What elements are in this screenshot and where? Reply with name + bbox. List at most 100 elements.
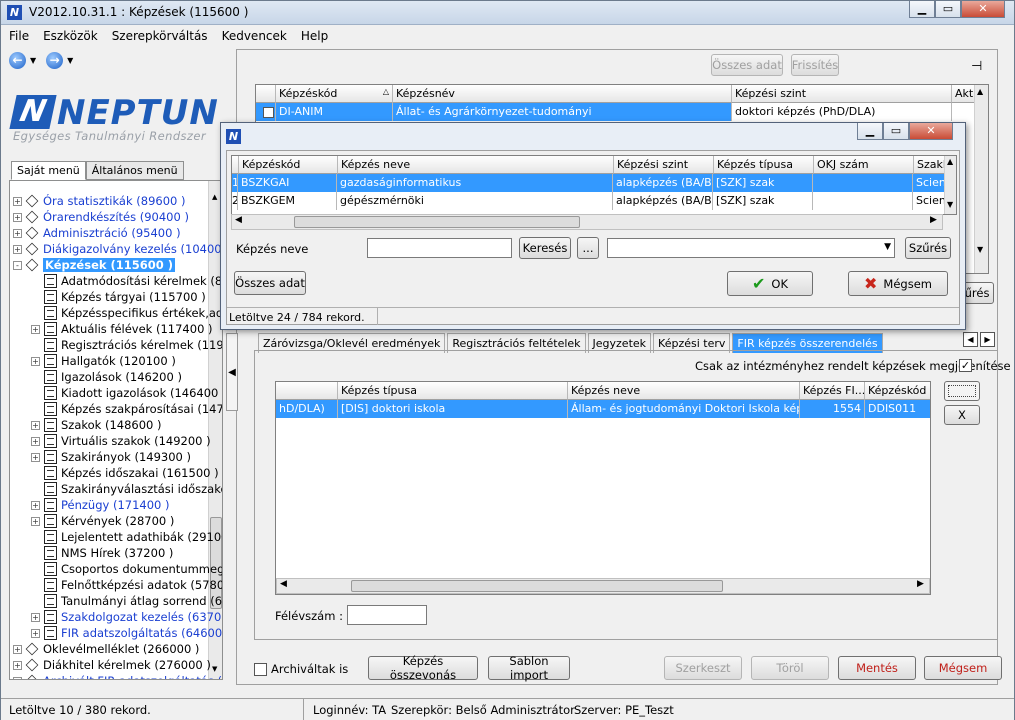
grid-header-active[interactable]: Akt xyxy=(952,85,976,103)
expand-icon[interactable]: + xyxy=(13,244,22,254)
dialog-header-name[interactable]: Képzés neve xyxy=(338,156,614,174)
menu-tools[interactable]: Eszközök xyxy=(43,29,98,47)
scroll-left-icon[interactable]: ◀ xyxy=(280,579,287,589)
tree-node[interactable]: + Diákhitel kérelmek (276000 ) xyxy=(13,657,211,673)
refresh-button[interactable]: Frissítés xyxy=(791,54,839,76)
expand-icon[interactable]: + xyxy=(31,516,40,526)
table-row[interactable]: 1 BSZKGAI gazdaságinformatikus alapképzé… xyxy=(232,174,953,192)
tree-node[interactable]: Szakirányválasztási időszakok xyxy=(31,481,222,497)
table-row[interactable]: hD/DLA) [DIS] doktori iskola Állam- és j… xyxy=(276,400,930,418)
dialog-hscroll-thumb[interactable] xyxy=(294,216,580,228)
dialog-header-code[interactable]: Képzéskód xyxy=(239,156,338,174)
tab-general-menu[interactable]: Általános menü xyxy=(85,161,184,180)
back-icon[interactable]: ← xyxy=(9,51,26,69)
tree-node[interactable]: Képzés tárgyai (115700 ) xyxy=(31,289,206,305)
tree-node[interactable]: + Hallgatók (120100 ) xyxy=(31,353,176,369)
fir-header-blank[interactable] xyxy=(276,382,338,400)
expand-icon[interactable]: + xyxy=(13,644,22,654)
training-grid-scrollbar[interactable]: ▲ ▼ xyxy=(974,85,988,273)
expand-icon[interactable]: + xyxy=(13,660,22,670)
maximize-icon[interactable]: ▭ xyxy=(935,1,961,18)
semester-input[interactable] xyxy=(347,605,427,625)
expand-icon[interactable]: + xyxy=(31,612,40,622)
expand-icon[interactable]: + xyxy=(13,228,22,238)
tree-node[interactable]: + Archivált FIR adatszolgáltatás (14 xyxy=(13,673,222,679)
ok-button[interactable]: ✔ OK xyxy=(727,271,813,296)
grid-header-level[interactable]: Képzési szint xyxy=(732,85,952,103)
tree-node[interactable]: + Óra statisztikák (89600 ) xyxy=(13,193,186,209)
tree-node[interactable]: Regisztrációs kérelmek (1192 xyxy=(31,337,222,353)
tree-node[interactable]: Képzésspecifikus értékek,ada xyxy=(31,305,222,321)
collapse-icon[interactable]: - xyxy=(13,260,22,270)
search-button[interactable]: Keresés xyxy=(519,237,571,259)
dialog-close-icon[interactable]: ✕ xyxy=(909,123,953,140)
fir-hscrollbar[interactable]: ◀ ▶ xyxy=(276,578,930,594)
scroll-right-icon[interactable]: ▶ xyxy=(917,579,924,589)
expand-icon[interactable]: + xyxy=(13,676,22,679)
forward-dropdown-icon[interactable]: ▼ xyxy=(67,56,73,65)
dialog-grid-scrollbar[interactable]: ▲ ▼ xyxy=(944,156,956,214)
collapse-panel-icon[interactable]: ◀ xyxy=(226,333,238,411)
tree-node[interactable]: + Szakdolgozat kezelés (63700 xyxy=(31,609,222,625)
tree-node[interactable]: + Pénzügy (171400 ) xyxy=(31,497,170,513)
back-dropdown-icon[interactable]: ▼ xyxy=(30,56,36,65)
tree-node[interactable]: - Képzések (115600 ) xyxy=(13,257,176,273)
fir-header-fi[interactable]: Képzés FI... xyxy=(800,382,865,400)
menu-favorites[interactable]: Kedvencek xyxy=(222,29,287,47)
fir-header-type[interactable]: Képzés típusa xyxy=(338,382,568,400)
cancel-button[interactable]: Mégsem xyxy=(924,656,1002,680)
dialog-header-okj[interactable]: OKJ szám xyxy=(814,156,914,174)
expand-icon[interactable]: + xyxy=(31,628,40,638)
tree-node[interactable]: + FIR adatszolgáltatás (64600 ) xyxy=(31,625,222,641)
dialog-cancel-button[interactable]: ✖ Mégsem xyxy=(848,271,948,296)
scroll-up-icon[interactable]: ▲ xyxy=(212,193,217,201)
grid-header-code[interactable]: Képzéskód △ xyxy=(276,85,393,103)
table-row[interactable]: 2 BSZKGEM gépészmérnöki alapképzés (BA/B… xyxy=(232,192,953,210)
minimize-icon[interactable]: ▁ xyxy=(909,1,935,18)
expand-icon[interactable]: + xyxy=(31,324,40,334)
remove-button[interactable]: X xyxy=(944,405,980,425)
tree-node[interactable]: Lejelentett adathibák (29100 xyxy=(31,529,222,545)
add-button[interactable] xyxy=(944,381,980,401)
edit-button[interactable]: Szerkeszt xyxy=(664,656,742,680)
tab-own-menu[interactable]: Saját menü xyxy=(11,161,86,180)
tabs-right-icon[interactable]: ▶ xyxy=(980,332,995,347)
tree-node[interactable]: + Virtuális szakok (149200 ) xyxy=(31,433,211,449)
tree-node[interactable]: + Kérvények (28700 ) xyxy=(31,513,174,529)
pin-icon[interactable]: ⊣ xyxy=(971,59,982,74)
tabs-left-icon[interactable]: ◀ xyxy=(963,332,978,347)
menu-help[interactable]: Help xyxy=(301,29,328,47)
expand-icon[interactable]: + xyxy=(13,196,22,206)
expand-icon[interactable]: + xyxy=(31,420,40,430)
scroll-down-icon[interactable]: ▼ xyxy=(977,245,983,254)
merge-training-button[interactable]: Képzés összevonás xyxy=(368,654,478,682)
expand-icon[interactable]: + xyxy=(31,436,40,446)
fir-hscroll-thumb[interactable] xyxy=(351,580,723,592)
forward-icon[interactable]: → xyxy=(46,51,64,69)
tree-node[interactable]: Adatmódosítási kérelmek (890 xyxy=(31,273,222,289)
tree-node[interactable]: Kiadott igazolások (146400 ) xyxy=(31,385,222,401)
tree-node[interactable]: Tanulmányi átlag sorrend (614 xyxy=(31,593,222,609)
browse-button[interactable]: ... xyxy=(577,237,599,259)
close-icon[interactable]: ✕ xyxy=(961,1,1005,18)
all-data-button[interactable]: Összes adat xyxy=(711,54,783,76)
table-row[interactable]: DI-ANIM Állat- és Agrárkörnyezet-tudomán… xyxy=(256,103,952,121)
row-checkbox[interactable] xyxy=(263,107,274,118)
dialog-header-type[interactable]: Képzés típusa xyxy=(714,156,814,174)
expand-icon[interactable]: + xyxy=(13,212,22,222)
tree-node[interactable]: Felnőttképzési adatok (57800 xyxy=(31,577,222,593)
dialog-header-level[interactable]: Képzési szint xyxy=(614,156,714,174)
dialog-hscrollbar[interactable]: ◀ ▶ xyxy=(231,214,943,230)
tree-node[interactable]: + Adminisztráció (95400 ) xyxy=(13,225,181,241)
filter-button[interactable]: Szűrés xyxy=(905,237,951,259)
dialog-maximize-icon[interactable]: ▭ xyxy=(883,123,909,140)
expand-icon[interactable]: + xyxy=(31,452,40,462)
fir-header-name[interactable]: Képzés neve xyxy=(568,382,800,400)
scroll-down-icon[interactable]: ▼ xyxy=(947,200,953,209)
tree-node[interactable]: Képzés időszakai (161500 ) xyxy=(31,465,219,481)
filter-combo[interactable]: ▼ xyxy=(607,238,895,258)
scroll-left-icon[interactable]: ◀ xyxy=(235,215,242,225)
tree-node[interactable]: Képzés szakpárosításai (1471 xyxy=(31,401,222,417)
save-button[interactable]: Mentés xyxy=(838,656,916,680)
dialog-all-data-button[interactable]: Összes adat xyxy=(234,271,306,295)
